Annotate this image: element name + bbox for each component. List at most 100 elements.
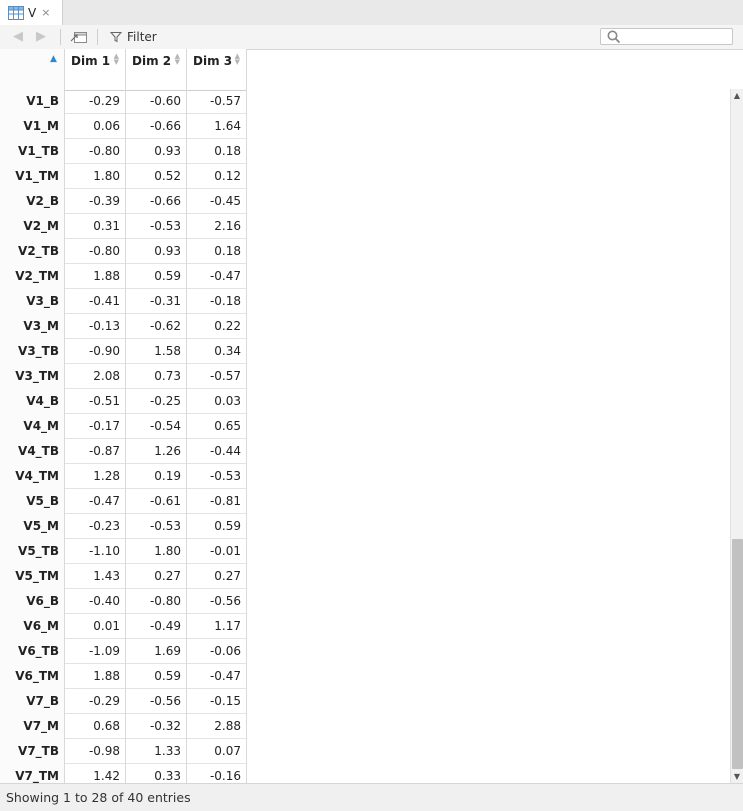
popout-window-icon[interactable] xyxy=(70,29,88,45)
table-row[interactable]: V7_M 0.68 -0.32 2.88 xyxy=(0,714,247,739)
table-row[interactable]: V5_B -0.47 -0.61 -0.81 xyxy=(0,489,247,514)
dim3-cell: 1.64 xyxy=(187,114,247,139)
scroll-down-icon[interactable]: ▼ xyxy=(731,772,743,781)
filter-label: Filter xyxy=(127,30,157,44)
dim2-cell: 0.27 xyxy=(126,564,187,589)
dim3-cell: -0.44 xyxy=(187,439,247,464)
row-name-cell: V4_M xyxy=(0,414,65,439)
table-row[interactable]: V1_TM 1.80 0.52 0.12 xyxy=(0,164,247,189)
row-name-cell: V1_B xyxy=(0,89,65,114)
dim3-cell: 0.65 xyxy=(187,414,247,439)
table-row[interactable]: V4_B -0.51 -0.25 0.03 xyxy=(0,389,247,414)
dim1-cell: 1.43 xyxy=(65,564,126,589)
table-row[interactable]: V7_TM 1.42 0.33 -0.16 xyxy=(0,764,247,783)
dim1-cell: 2.08 xyxy=(65,364,126,389)
table-row[interactable]: V3_M -0.13 -0.62 0.22 xyxy=(0,314,247,339)
table-row[interactable]: V3_TB -0.90 1.58 0.34 xyxy=(0,339,247,364)
column-header-dim1[interactable]: Dim 1 ▲ ▼ xyxy=(65,49,126,90)
row-names-header[interactable]: ▲ xyxy=(0,49,65,90)
table-row[interactable]: V1_M 0.06 -0.66 1.64 xyxy=(0,114,247,139)
dim3-cell: 0.07 xyxy=(187,739,247,764)
dim3-cell: -0.53 xyxy=(187,464,247,489)
row-name-cell: V5_B xyxy=(0,489,65,514)
column-header-dim3[interactable]: Dim 3 ▲ ▼ xyxy=(187,49,247,90)
dim3-cell: 0.12 xyxy=(187,164,247,189)
table-row[interactable]: V2_M 0.31 -0.53 2.16 xyxy=(0,214,247,239)
table-row[interactable]: V6_B -0.40 -0.80 -0.56 xyxy=(0,589,247,614)
dim1-cell: 1.88 xyxy=(65,664,126,689)
dim3-cell: -0.56 xyxy=(187,589,247,614)
scrollbar-thumb[interactable] xyxy=(732,539,743,769)
row-name-cell: V3_B xyxy=(0,289,65,314)
table-row[interactable]: V2_TM 1.88 0.59 -0.47 xyxy=(0,264,247,289)
search-icon xyxy=(607,30,621,44)
table-row[interactable]: V1_TB -0.80 0.93 0.18 xyxy=(0,139,247,164)
dim1-cell: -0.23 xyxy=(65,514,126,539)
dim3-cell: 0.59 xyxy=(187,514,247,539)
table-row[interactable]: V6_TM 1.88 0.59 -0.47 xyxy=(0,664,247,689)
dim1-cell: 0.06 xyxy=(65,114,126,139)
back-arrow-icon[interactable]: ◀ xyxy=(10,29,26,45)
dim3-cell: -0.06 xyxy=(187,639,247,664)
row-name-cell: V7_M xyxy=(0,714,65,739)
dim1-cell: -0.51 xyxy=(65,389,126,414)
sort-toggle-icon: ▲ ▼ xyxy=(113,52,119,66)
row-name-cell: V4_TB xyxy=(0,439,65,464)
dim1-cell: -0.80 xyxy=(65,239,126,264)
dim3-cell: 0.18 xyxy=(187,239,247,264)
column-header-label: Dim 1 xyxy=(71,54,111,68)
table-row[interactable]: V7_TB -0.98 1.33 0.07 xyxy=(0,739,247,764)
row-name-cell: V4_TM xyxy=(0,464,65,489)
search-input[interactable] xyxy=(600,28,733,45)
row-name-cell: V1_M xyxy=(0,114,65,139)
table-row[interactable]: V6_TB -1.09 1.69 -0.06 xyxy=(0,639,247,664)
tab-bar: V × xyxy=(0,0,743,26)
table-row[interactable]: V6_M 0.01 -0.49 1.17 xyxy=(0,614,247,639)
dim1-cell: 1.42 xyxy=(65,764,126,783)
row-name-cell: V7_B xyxy=(0,689,65,714)
table-row[interactable]: V5_TB -1.10 1.80 -0.01 xyxy=(0,539,247,564)
close-icon[interactable]: × xyxy=(41,6,50,19)
table-row[interactable]: V3_TM 2.08 0.73 -0.57 xyxy=(0,364,247,389)
row-name-cell: V5_M xyxy=(0,514,65,539)
table-row[interactable]: V4_TM 1.28 0.19 -0.53 xyxy=(0,464,247,489)
dim3-cell: 0.27 xyxy=(187,564,247,589)
dim3-cell: -0.57 xyxy=(187,364,247,389)
dim3-cell: -0.15 xyxy=(187,689,247,714)
row-name-cell: V7_TM xyxy=(0,764,65,783)
dim2-cell: -0.80 xyxy=(126,589,187,614)
table-row[interactable]: V4_TB -0.87 1.26 -0.44 xyxy=(0,439,247,464)
toolbar-divider xyxy=(60,29,61,45)
vertical-scrollbar[interactable]: ▲ ▼ xyxy=(730,89,743,783)
dim3-cell: 0.34 xyxy=(187,339,247,364)
dim1-cell: -0.98 xyxy=(65,739,126,764)
dim2-cell: 0.33 xyxy=(126,764,187,783)
funnel-icon xyxy=(110,32,122,43)
dim1-cell: -0.90 xyxy=(65,339,126,364)
table-body: V1_B -0.29 -0.60 -0.57 V1_M 0.06 -0.66 1.64 V1_T… xyxy=(0,89,247,783)
column-header-dim2[interactable]: Dim 2 ▲ ▼ xyxy=(126,49,187,90)
dim1-cell: 1.80 xyxy=(65,164,126,189)
forward-arrow-icon[interactable]: ▶ xyxy=(33,29,49,45)
dim2-cell: 0.19 xyxy=(126,464,187,489)
table-row[interactable]: V2_B -0.39 -0.66 -0.45 xyxy=(0,189,247,214)
table-row[interactable]: V5_M -0.23 -0.53 0.59 xyxy=(0,514,247,539)
dim2-cell: 0.59 xyxy=(126,264,187,289)
table-row[interactable]: V7_B -0.29 -0.56 -0.15 xyxy=(0,689,247,714)
table-row[interactable]: V1_B -0.29 -0.60 -0.57 xyxy=(0,89,247,114)
dim1-cell: 1.88 xyxy=(65,264,126,289)
dim3-cell: 0.03 xyxy=(187,389,247,414)
row-name-cell: V2_TB xyxy=(0,239,65,264)
table-row[interactable]: V4_M -0.17 -0.54 0.65 xyxy=(0,414,247,439)
filter-button[interactable]: Filter xyxy=(110,28,157,46)
dim1-cell: -0.87 xyxy=(65,439,126,464)
tab-v[interactable]: V × xyxy=(0,0,63,25)
row-name-cell: V1_TB xyxy=(0,139,65,164)
dim2-cell: 0.59 xyxy=(126,664,187,689)
table-row[interactable]: V2_TB -0.80 0.93 0.18 xyxy=(0,239,247,264)
table-row[interactable]: V5_TM 1.43 0.27 0.27 xyxy=(0,564,247,589)
dim2-cell: 1.69 xyxy=(126,639,187,664)
scroll-up-icon[interactable]: ▲ xyxy=(731,91,743,100)
table-row[interactable]: V3_B -0.41 -0.31 -0.18 xyxy=(0,289,247,314)
sort-toggle-icon: ▲ ▼ xyxy=(234,52,240,66)
